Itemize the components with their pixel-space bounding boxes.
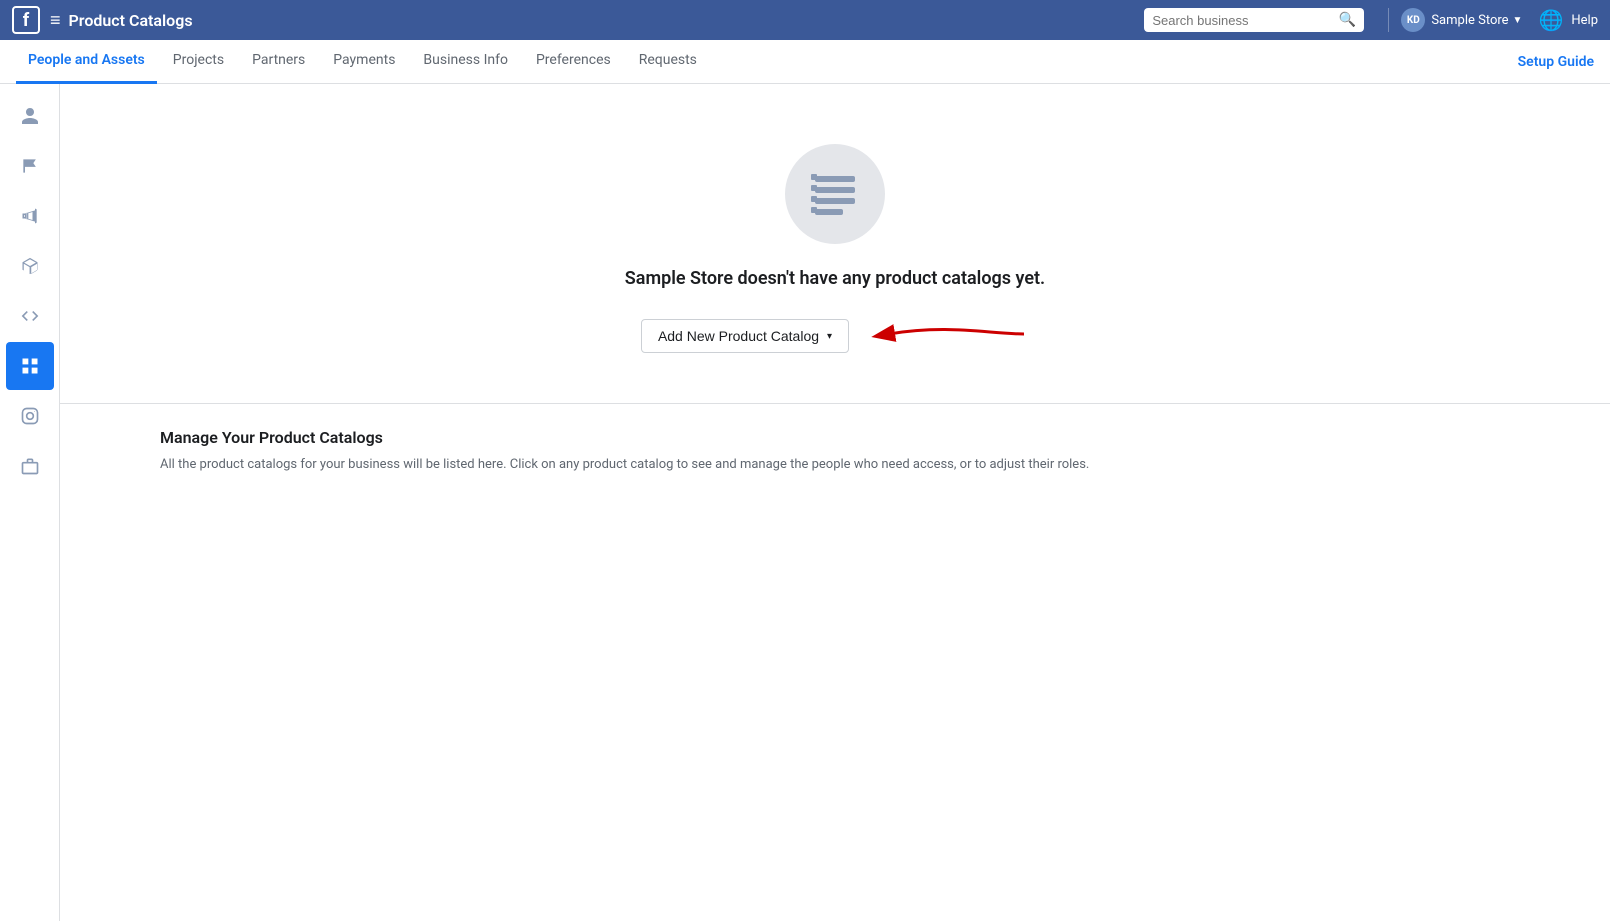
manage-section: Manage Your Product Catalogs All the pro… [60,404,1610,499]
setup-guide-link[interactable]: Setup Guide [1518,54,1594,70]
secondary-nav: People and Assets Projects Partners Paym… [0,40,1610,84]
tab-preferences[interactable]: Preferences [524,40,623,84]
flag-icon [20,156,40,176]
search-icon: 🔍 [1339,12,1356,28]
empty-state-section: Sample Store doesn't have any product ca… [60,84,1610,404]
globe-icon[interactable]: 🌐 [1538,8,1563,32]
add-new-product-catalog-button[interactable]: Add New Product Catalog ▾ [641,319,849,353]
search-box[interactable]: 🔍 [1144,8,1364,32]
nav-divider [1388,8,1389,32]
empty-state-title: Sample Store doesn't have any product ca… [625,268,1045,289]
tab-projects[interactable]: Projects [161,40,236,84]
briefcase-icon [20,456,40,476]
megaphone-icon [20,206,40,226]
catalog-list-icon [807,166,863,222]
tab-payments[interactable]: Payments [321,40,407,84]
sidebar-item-products[interactable] [6,242,54,290]
grid-icon [20,356,40,376]
sidebar-item-code[interactable] [6,292,54,340]
main-layout: Sample Store doesn't have any product ca… [0,84,1610,921]
manage-section-title: Manage Your Product Catalogs [160,428,1510,447]
sidebar-item-business[interactable] [6,442,54,490]
sidebar-item-people[interactable] [6,92,54,140]
chevron-down-icon: ▼ [1513,15,1523,26]
add-catalog-button-label: Add New Product Catalog [658,328,819,344]
tab-partners[interactable]: Partners [240,40,317,84]
menu-icon[interactable]: ≡ [50,10,61,31]
empty-icon-container [785,144,885,244]
tab-business-info[interactable]: Business Info [411,40,520,84]
account-menu[interactable]: KD Sample Store ▼ [1401,8,1522,32]
box-icon [20,256,40,276]
topnav: f ≡ Product Catalogs 🔍 KD Sample Store ▼… [0,0,1610,40]
manage-section-description: All the product catalogs for your busine… [160,455,1510,475]
annotation-arrow [869,309,1029,363]
help-link[interactable]: Help [1571,13,1598,28]
sidebar-item-ads[interactable] [6,192,54,240]
person-icon [20,106,40,126]
facebook-logo: f [12,6,40,34]
tab-requests[interactable]: Requests [627,40,709,84]
sidebar [0,84,60,921]
sidebar-item-instagram[interactable] [6,392,54,440]
avatar: KD [1401,8,1425,32]
chevron-down-icon: ▾ [827,331,832,342]
code-icon [20,306,40,326]
account-name: Sample Store [1431,13,1508,28]
main-content: Sample Store doesn't have any product ca… [60,84,1610,921]
sidebar-item-campaigns[interactable] [6,142,54,190]
search-input[interactable] [1152,13,1339,28]
red-arrow-icon [869,309,1029,359]
page-title: Product Catalogs [69,11,1145,30]
instagram-icon [20,406,40,426]
tab-people-and-assets[interactable]: People and Assets [16,40,157,84]
sidebar-item-catalogs[interactable] [6,342,54,390]
